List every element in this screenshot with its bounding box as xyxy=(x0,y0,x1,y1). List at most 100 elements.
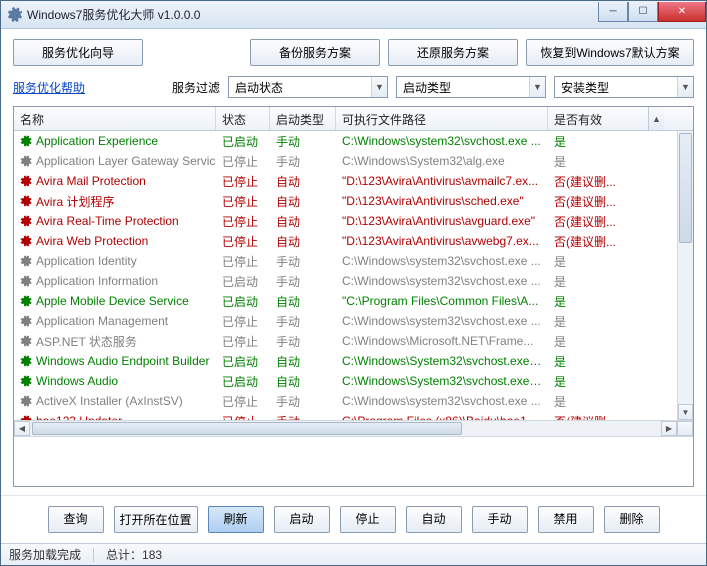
cell-path: C:\Windows\system32\svchost.exe ... xyxy=(336,252,548,270)
gear-icon xyxy=(20,135,32,147)
close-button[interactable]: ✕ xyxy=(658,2,706,22)
rows-container: Application Experience已启动手动C:\Windows\sy… xyxy=(14,131,677,420)
cell-state: 已启动 xyxy=(216,351,270,372)
table-row[interactable]: Avira 计划程序已停止自动"D:\123\Avira\Antivirus\s… xyxy=(14,191,677,211)
col-valid[interactable]: 是否有效 xyxy=(548,107,648,130)
scroll-corner xyxy=(677,421,693,436)
gear-icon xyxy=(20,295,32,307)
cell-name: Application Experience xyxy=(36,134,158,148)
cell-valid: 是 xyxy=(548,271,648,292)
scroll-down-button[interactable]: ▼ xyxy=(678,404,693,420)
status-message: 服务加载完成 xyxy=(9,546,81,563)
cell-path: C:\Windows\system32\svchost.exe ... xyxy=(336,392,548,410)
hscroll-track[interactable] xyxy=(30,421,661,436)
install-type-combo[interactable]: 安装类型 ▼ xyxy=(554,76,694,98)
scroll-up-button[interactable]: ▲ xyxy=(648,107,664,130)
cell-name: Application Information xyxy=(36,274,158,288)
wizard-button[interactable]: 服务优化向导 xyxy=(13,39,143,66)
cell-type: 手动 xyxy=(270,151,336,172)
scroll-thumb[interactable] xyxy=(679,133,692,243)
cell-valid: 否(建议删... xyxy=(548,411,648,421)
scroll-track[interactable] xyxy=(678,131,693,404)
cell-valid: 是 xyxy=(548,131,648,152)
table-row[interactable]: Windows Audio Endpoint Builder已启动自动C:\Wi… xyxy=(14,351,677,371)
cell-state: 已启动 xyxy=(216,271,270,292)
delete-button[interactable]: 删除 xyxy=(604,506,660,533)
query-button[interactable]: 查询 xyxy=(48,506,104,533)
grid-body: Application Experience已启动手动C:\Windows\sy… xyxy=(14,131,693,420)
col-type[interactable]: 启动类型 xyxy=(270,107,336,130)
cell-path: "C:\Program Files\Common Files\A... xyxy=(336,292,548,310)
chevron-down-icon: ▼ xyxy=(529,77,545,97)
cell-state: 已停止 xyxy=(216,391,270,412)
table-row[interactable]: Application Experience已启动手动C:\Windows\sy… xyxy=(14,131,677,151)
table-row[interactable]: Windows Audio已启动自动C:\Windows\System32\sv… xyxy=(14,371,677,391)
cell-name: Application Management xyxy=(36,314,168,328)
backup-button[interactable]: 备份服务方案 xyxy=(250,39,380,66)
start-state-combo[interactable]: 启动状态 ▼ xyxy=(228,76,388,98)
cell-state: 已停止 xyxy=(216,151,270,172)
horizontal-scrollbar[interactable]: ◀ ▶ xyxy=(14,420,693,436)
col-path[interactable]: 可执行文件路径 xyxy=(336,107,548,130)
refresh-button[interactable]: 刷新 xyxy=(208,506,264,533)
col-name[interactable]: 名称 xyxy=(14,107,216,130)
table-row[interactable]: Avira Web Protection已停止自动"D:\123\Avira\A… xyxy=(14,231,677,251)
cell-path: C:\Windows\system32\svchost.exe ... xyxy=(336,312,548,330)
cell-state: 已停止 xyxy=(216,231,270,252)
restore-default-button[interactable]: 恢复到Windows7默认方案 xyxy=(526,39,694,66)
table-row[interactable]: ASP.NET 状态服务已停止手动C:\Windows\Microsoft.NE… xyxy=(14,331,677,351)
gear-icon xyxy=(20,215,32,227)
cell-name: Avira Mail Protection xyxy=(36,174,146,188)
gear-icon xyxy=(20,255,32,267)
auto-button[interactable]: 自动 xyxy=(406,506,462,533)
table-row[interactable]: Application Layer Gateway Service已停止手动C:… xyxy=(14,151,677,171)
minimize-button[interactable]: ─ xyxy=(598,2,628,22)
table-row[interactable]: ActiveX Installer (AxInstSV)已停止手动C:\Wind… xyxy=(14,391,677,411)
open-location-button[interactable]: 打开所在位置 xyxy=(114,506,198,533)
cell-state: 已启动 xyxy=(216,131,270,152)
hscroll-thumb[interactable] xyxy=(32,422,462,435)
scroll-left-button[interactable]: ◀ xyxy=(14,421,30,436)
window-title: Windows7服务优化大师 v1.0.0.0 xyxy=(27,6,598,23)
cell-valid: 否(建议删... xyxy=(548,191,648,212)
scroll-right-button[interactable]: ▶ xyxy=(661,421,677,436)
cell-state: 已启动 xyxy=(216,291,270,312)
cell-state: 已停止 xyxy=(216,211,270,232)
cell-state: 已停止 xyxy=(216,171,270,192)
gear-icon xyxy=(20,335,32,347)
cell-valid: 是 xyxy=(548,351,648,372)
vertical-scrollbar[interactable]: ▼ xyxy=(677,131,693,420)
table-row[interactable]: Avira Mail Protection已停止自动"D:\123\Avira\… xyxy=(14,171,677,191)
cell-state: 已停止 xyxy=(216,331,270,352)
manual-button[interactable]: 手动 xyxy=(472,506,528,533)
cell-type: 手动 xyxy=(270,311,336,332)
start-type-combo[interactable]: 启动类型 ▼ xyxy=(396,76,546,98)
table-row[interactable]: Application Information已启动手动C:\Windows\s… xyxy=(14,271,677,291)
app-icon xyxy=(7,7,23,23)
disable-button[interactable]: 禁用 xyxy=(538,506,594,533)
cell-path: "D:\123\Avira\Antivirus\sched.exe" xyxy=(336,192,548,210)
cell-name: Avira 计划程序 xyxy=(36,193,114,210)
cell-type: 自动 xyxy=(270,211,336,232)
table-row[interactable]: Avira Real-Time Protection已停止自动"D:\123\A… xyxy=(14,211,677,231)
chevron-down-icon: ▼ xyxy=(677,77,693,97)
cell-name: Windows Audio xyxy=(36,374,118,388)
table-row[interactable]: Application Identity已停止手动C:\Windows\syst… xyxy=(14,251,677,271)
table-row[interactable]: Apple Mobile Device Service已启动自动"C:\Prog… xyxy=(14,291,677,311)
col-state[interactable]: 状态 xyxy=(216,107,270,130)
table-row[interactable]: Application Management已停止手动C:\Windows\sy… xyxy=(14,311,677,331)
cell-path: C:\Windows\System32\svchost.exe ... xyxy=(336,352,548,370)
cell-valid: 是 xyxy=(548,291,648,312)
titlebar: Windows7服务优化大师 v1.0.0.0 ─ ☐ ✕ xyxy=(1,1,706,29)
help-link[interactable]: 服务优化帮助 xyxy=(13,79,85,96)
combo-value: 启动类型 xyxy=(403,79,451,96)
restore-button[interactable]: 还原服务方案 xyxy=(388,39,518,66)
cell-name: Application Identity xyxy=(36,254,137,268)
cell-type: 手动 xyxy=(270,271,336,292)
bottom-toolbar: 查询 打开所在位置 刷新 启动 停止 自动 手动 禁用 删除 xyxy=(1,495,706,543)
start-button[interactable]: 启动 xyxy=(274,506,330,533)
maximize-button[interactable]: ☐ xyxy=(628,2,658,22)
stop-button[interactable]: 停止 xyxy=(340,506,396,533)
cell-type: 自动 xyxy=(270,371,336,392)
table-row[interactable]: hao123 Updater已停止手动C:\Program Files (x86… xyxy=(14,411,677,420)
